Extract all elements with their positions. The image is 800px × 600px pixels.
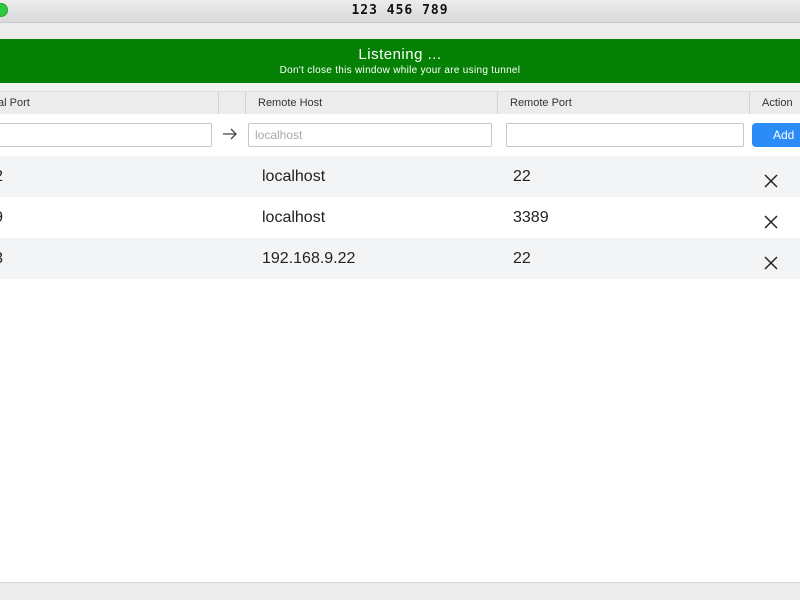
- header-action: Action: [749, 92, 800, 114]
- toolbar-area: [0, 23, 800, 39]
- remote-port-cell: 3389: [513, 209, 549, 226]
- remote-port-input[interactable]: [506, 123, 744, 147]
- remote-port-cell: 22: [513, 168, 531, 185]
- remote-host-cell: localhost: [262, 209, 326, 226]
- status-banner: Listening ... Don't close this window wh…: [0, 39, 800, 83]
- header-local-port: al Port: [0, 97, 30, 109]
- remote-host-input[interactable]: [248, 123, 492, 147]
- local-port-cell: 3: [0, 238, 3, 279]
- divider: [0, 83, 800, 91]
- delete-row-button[interactable]: [761, 207, 781, 229]
- add-button[interactable]: Add: [752, 123, 800, 147]
- remote-host-cell: localhost: [262, 168, 326, 185]
- app-window: 123 456 789 Listening ... Don't close th…: [0, 0, 800, 600]
- title-bar: 123 456 789: [0, 0, 800, 23]
- status-bar: [0, 582, 800, 600]
- header-remote-port: Remote Port: [497, 92, 749, 114]
- header-remote-host: Remote Host: [245, 92, 497, 114]
- status-subtitle: Don't close this window while your are u…: [279, 65, 521, 76]
- close-icon: [764, 215, 778, 229]
- new-tunnel-form: Add: [0, 114, 800, 156]
- table-header: al Port Remote Host Remote Port Action: [0, 91, 800, 115]
- status-title: Listening ...: [358, 46, 442, 63]
- remote-host-cell: 192.168.9.22: [262, 250, 356, 267]
- close-icon: [764, 174, 778, 188]
- remote-port-cell: 22: [513, 250, 531, 267]
- delete-row-button[interactable]: [761, 248, 781, 270]
- delete-row-button[interactable]: [761, 166, 781, 188]
- window-title: 123 456 789: [351, 3, 449, 18]
- local-port-cell: 389: [0, 197, 3, 238]
- table-row: 389 localhost 3389: [0, 197, 800, 238]
- arrow-right-icon: [222, 125, 238, 143]
- tunnel-list: 2 localhost 22 389 localhost 3389 3 192.…: [0, 156, 800, 279]
- table-row: 2 localhost 22: [0, 156, 800, 197]
- close-icon: [764, 256, 778, 270]
- local-port-input[interactable]: [0, 123, 212, 147]
- local-port-cell: 2: [0, 156, 3, 197]
- header-arrow-column: [218, 92, 245, 114]
- table-row: 3 192.168.9.22 22: [0, 238, 800, 279]
